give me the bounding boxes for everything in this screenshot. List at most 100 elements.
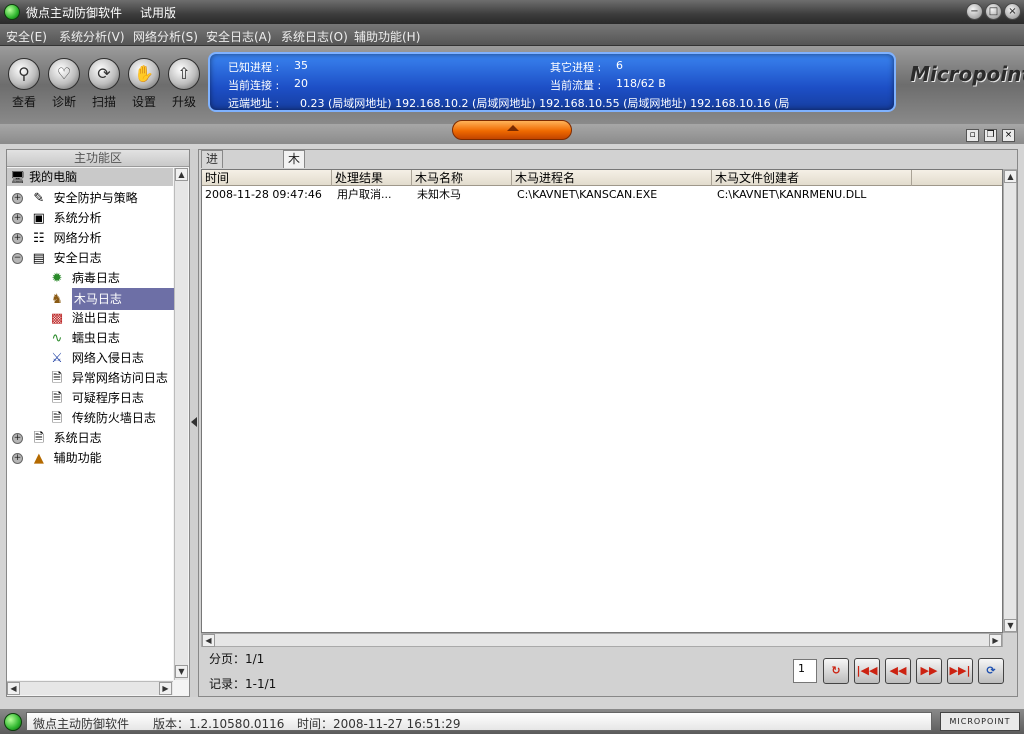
status-time: 时间：2008-11-27 16:51:29 [297, 717, 461, 731]
tree-item-abnormal-access-log[interactable]: 🗎 异常网络访问日志 [49, 368, 168, 388]
tree-item-label: 安全日志 [53, 251, 102, 265]
tab-trojan-log[interactable]: 木马日志 [283, 150, 306, 214]
upgrade-label: 升级 [171, 95, 196, 109]
tree-item-system-log[interactable]: + 🗎 系统日志 [12, 428, 102, 448]
menu-security-log[interactable]: 安全日志(A) [206, 28, 272, 45]
panel-close-button[interactable]: × [1002, 129, 1015, 142]
tree-item-virus-log[interactable]: ✹ 病毒日志 [49, 268, 120, 288]
tree-item-label: 辅助功能 [53, 451, 102, 465]
tree-item-label: 病毒日志 [71, 271, 120, 285]
tree-item-aux-functions[interactable]: + ▲ 辅助功能 [12, 448, 102, 468]
scroll-left-arrow[interactable]: ◀ [202, 634, 215, 647]
scan-button[interactable]: ⟳ 扫描 [84, 58, 124, 110]
log-view-panel: 进程综合信息 木马日志 时间 处理结果 木马名称 木马进程名 木马文件创建者 2… [198, 149, 1018, 697]
tab-process-info[interactable]: 进程综合信息 [201, 150, 224, 246]
document-icon: 🗎 [51, 410, 63, 426]
menu-security[interactable]: 安全(E) [6, 28, 47, 45]
scroll-down-arrow[interactable]: ▼ [1004, 619, 1017, 632]
tree-item-suspicious-program-log[interactable]: 🗎 可疑程序日志 [49, 388, 144, 408]
menu-system-log[interactable]: 系统日志(O) [281, 28, 348, 45]
view-label: 查看 [11, 95, 36, 109]
overflow-icon: ▩ [50, 310, 64, 326]
upgrade-icon: ⇧ [168, 58, 200, 90]
tree-horizontal-scrollbar[interactable]: ◀ ▶ [7, 681, 173, 695]
panel-restore-button[interactable]: ▫ [966, 129, 979, 142]
column-header-time[interactable]: 时间 [202, 170, 332, 186]
tools-icon: ▲ [33, 450, 44, 466]
micropoint-logo: Micropoint [910, 62, 1024, 102]
collapse-toolbar-handle[interactable] [452, 120, 572, 140]
menu-aux-functions[interactable]: 辅助功能(H) [354, 28, 420, 45]
scroll-right-arrow[interactable]: ▶ [989, 634, 1002, 647]
menu-network-analysis[interactable]: 网络分析(S) [133, 28, 198, 45]
refresh-button[interactable]: ⟳ [978, 658, 1004, 684]
scroll-right-arrow[interactable]: ▶ [159, 682, 172, 695]
document-icon: 🗎 [51, 390, 63, 406]
panel-tile-button[interactable]: ❐ [984, 129, 997, 142]
tree-item-label: 可疑程序日志 [71, 391, 144, 405]
trojan-log-table: 时间 处理结果 木马名称 木马进程名 木马文件创建者 2008-11-28 09… [201, 169, 1003, 633]
expand-icon[interactable]: + [12, 213, 23, 224]
scroll-down-arrow[interactable]: ▼ [175, 665, 188, 678]
tree-item-trojan-log[interactable]: ♞ 木马日志 [49, 288, 176, 310]
remote-addresses-value: 0.23 (局域网地址) 192.168.10.2 (局域网地址) 192.16… [300, 97, 790, 110]
table-vertical-scrollbar[interactable]: ▲ ▼ [1003, 169, 1017, 633]
settings-button[interactable]: ✋ 设置 [124, 58, 164, 110]
expand-icon[interactable]: + [12, 193, 23, 204]
column-header-process-name[interactable]: 木马进程名 [512, 170, 712, 186]
column-header-trojan-name[interactable]: 木马名称 [412, 170, 512, 186]
scroll-up-arrow[interactable]: ▲ [175, 168, 188, 181]
collapse-icon[interactable]: − [12, 253, 23, 264]
scroll-left-arrow[interactable]: ◀ [7, 682, 20, 695]
minimize-button[interactable]: − [966, 3, 983, 20]
trojan-horse-icon: ♞ [51, 291, 63, 307]
column-header-result[interactable]: 处理结果 [332, 170, 412, 186]
tree-item-system-analysis[interactable]: + ▣ 系统分析 [12, 208, 102, 228]
tree-root-my-computer[interactable]: 🖥 我的电脑 [7, 168, 173, 186]
tree-vertical-scrollbar[interactable]: ▲ ▼ [174, 168, 188, 680]
column-header-file-creator[interactable]: 木马文件创建者 [712, 170, 912, 186]
diagnose-button[interactable]: ♡ 诊断 [44, 58, 84, 110]
tree-item-worm-log[interactable]: ∿ 蠕虫日志 [49, 328, 120, 348]
current-connections-label: 当前连接 : [228, 79, 280, 92]
expand-icon[interactable]: + [12, 453, 23, 464]
tree-item-network-analysis[interactable]: + ☷ 网络分析 [12, 228, 102, 248]
other-processes-label: 其它进程 : [550, 61, 602, 74]
current-traffic-value: 118/62 B [616, 77, 666, 90]
upgrade-button[interactable]: ⇧ 升级 [164, 58, 204, 110]
tree-item-label: 溢出日志 [71, 311, 120, 325]
tree-item-security-log[interactable]: − ▤ 安全日志 [12, 248, 102, 268]
tree-item-intrusion-log[interactable]: ⚔ 网络入侵日志 [49, 348, 144, 368]
tree-item-security-policy[interactable]: + ✎ 安全防护与策略 [12, 188, 138, 208]
log-book-icon: ▤ [32, 250, 45, 266]
first-page-button[interactable]: |◀◀ [854, 658, 880, 684]
sword-icon: ⚔ [51, 350, 63, 366]
last-page-button[interactable]: ▶▶| [947, 658, 973, 684]
tree-item-label: 系统日志 [53, 431, 102, 445]
network-icon: ☷ [33, 230, 45, 246]
main-function-panel: 主功能区 🖥 我的电脑 + ✎ 安全防护与策略 + ▣ 系统分析 + ☷ 网络分… [6, 149, 190, 697]
table-horizontal-scrollbar[interactable]: ◀ ▶ [201, 633, 1003, 647]
next-page-button[interactable]: ▶▶ [916, 658, 942, 684]
panel-splitter[interactable] [190, 149, 198, 697]
scan-label: 扫描 [91, 95, 116, 109]
maximize-button[interactable]: □ [985, 3, 1002, 20]
tree-root-label: 我的电脑 [29, 170, 78, 184]
page-count-label: 分页：1/1 [209, 652, 265, 666]
worm-icon: ∿ [51, 330, 63, 346]
scroll-up-arrow[interactable]: ▲ [1004, 170, 1017, 183]
table-row[interactable]: 2008-11-28 09:47:46 用户取消... 未知木马 C:\KAVN… [202, 187, 1002, 203]
tree-item-overflow-log[interactable]: ▩ 溢出日志 [49, 308, 120, 328]
expand-icon[interactable]: + [12, 433, 23, 444]
settings-label: 设置 [131, 95, 156, 109]
previous-page-button[interactable]: ◀◀ [885, 658, 911, 684]
view-button[interactable]: ⚲ 查看 [4, 58, 44, 110]
expand-icon[interactable]: + [12, 233, 23, 244]
menu-system-analysis[interactable]: 系统分析(V) [59, 28, 125, 45]
close-button[interactable]: × [1004, 3, 1021, 20]
collapse-left-icon [191, 417, 197, 427]
page-number-input[interactable]: 1 [793, 659, 817, 683]
go-to-page-button[interactable]: ↻ [823, 658, 849, 684]
tree-item-firewall-log[interactable]: 🗎 传统防火墙日志 [49, 408, 156, 428]
remote-address-label: 远端地址 : [228, 97, 280, 110]
